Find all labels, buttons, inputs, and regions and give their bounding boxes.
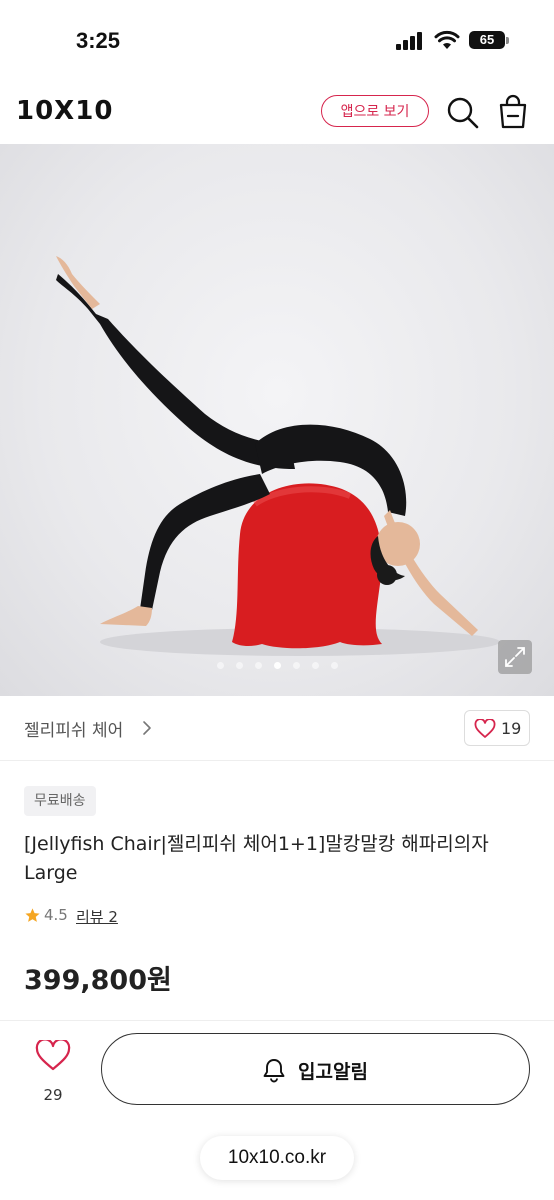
- open-in-app-button[interactable]: 앱으로 보기: [321, 95, 429, 127]
- rating-value: 4.5: [44, 906, 68, 924]
- restock-notify-button[interactable]: 입고알림: [101, 1033, 530, 1105]
- pagination-dot[interactable]: [254, 662, 262, 669]
- battery-cap: [506, 37, 509, 44]
- status-bar: 3:25 65: [0, 0, 554, 80]
- pagination-dot[interactable]: [235, 662, 243, 669]
- expand-image-button[interactable]: [498, 640, 532, 674]
- brand-like-count: 19: [501, 719, 522, 738]
- brand-link[interactable]: 젤리피쉬 체어: [24, 716, 123, 741]
- review-link[interactable]: 리뷰 2: [76, 906, 118, 927]
- heart-icon: [474, 719, 496, 738]
- product-title: [Jellyfish Chair|젤리피쉬 체어1+1]말캉말캉 해파리의자 L…: [24, 833, 489, 884]
- pagination-dot[interactable]: [330, 662, 338, 669]
- bell-icon: [263, 1059, 285, 1083]
- battery-indicator: 65: [469, 31, 505, 49]
- product-image[interactable]: [0, 144, 554, 696]
- restock-notify-label: 입고알림: [298, 1061, 368, 1083]
- wishlist-count: 29: [43, 1086, 63, 1104]
- wishlist-heart-icon[interactable]: [35, 1040, 71, 1072]
- wifi-icon: [434, 30, 460, 49]
- star-icon: [25, 908, 40, 922]
- status-time: 3:25: [76, 28, 121, 53]
- shopping-bag-icon[interactable]: [496, 94, 530, 130]
- pagination-dot[interactable]: [292, 662, 300, 669]
- pagination-dot-active[interactable]: [273, 662, 281, 669]
- image-pagination-dots: [0, 654, 554, 673]
- expand-icon: [505, 647, 525, 667]
- browser-url-bar[interactable]: 10x10.co.kr: [200, 1136, 354, 1180]
- cellular-signal-icon: [396, 32, 424, 50]
- search-icon[interactable]: [446, 96, 480, 130]
- chevron-right-icon[interactable]: [141, 718, 153, 738]
- pagination-dot[interactable]: [216, 662, 224, 669]
- free-shipping-badge: 무료배송: [24, 786, 96, 816]
- brand-like-button[interactable]: 19: [464, 710, 530, 746]
- pagination-dot[interactable]: [311, 662, 319, 669]
- product-price: 399,800원: [24, 965, 172, 996]
- product-photo-illustration: [56, 256, 500, 656]
- site-logo[interactable]: 10X10: [16, 96, 113, 126]
